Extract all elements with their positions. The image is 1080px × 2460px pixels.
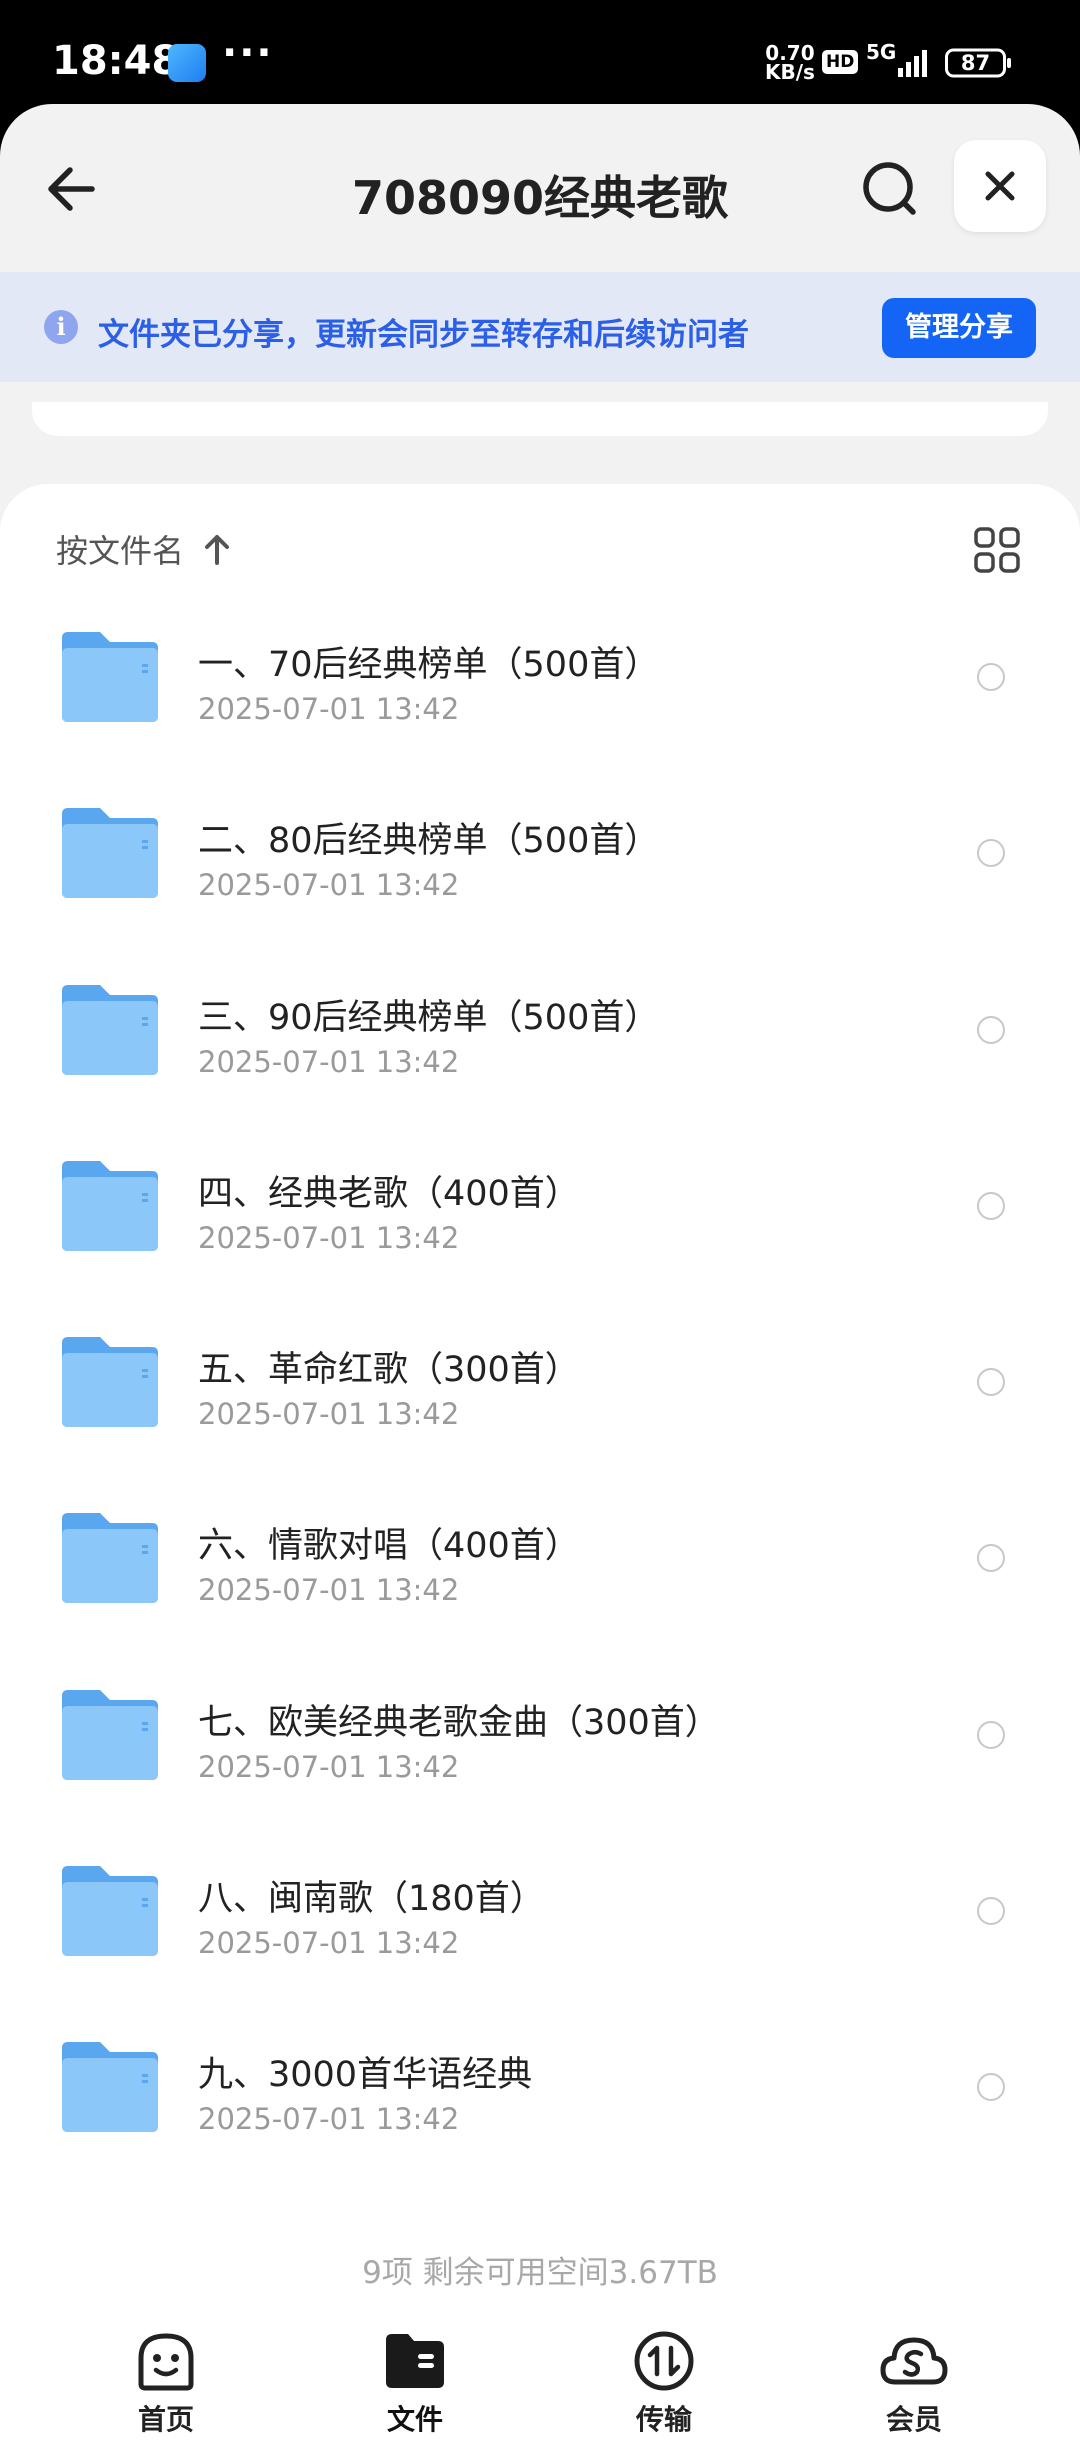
home-smiley-icon [138, 2333, 194, 2391]
folder-icon [62, 1160, 158, 1251]
close-icon [985, 171, 1015, 201]
nav-home[interactable]: 首页 [86, 2328, 246, 2438]
info-icon: i [44, 310, 78, 344]
network-speed: 0.70 KB/s [765, 43, 815, 84]
folder-icon [386, 2334, 444, 2388]
close-button[interactable] [954, 140, 1046, 232]
sort-control[interactable]: 按文件名 [56, 524, 232, 574]
file-row[interactable]: 五、革命红歌（300首） 2025-07-01 13:42 [0, 1301, 1080, 1477]
file-row[interactable]: 二、80后经典榜单（500首） 2025-07-01 13:42 [0, 772, 1080, 948]
file-date: 2025-07-01 13:42 [198, 1397, 460, 1431]
select-checkbox[interactable] [977, 1896, 1005, 1925]
nav-files-label: 文件 [386, 2403, 443, 2436]
sort-label: 按文件名 [56, 532, 185, 570]
storage-summary: 9项 剩余可用空间3.67TB [362, 2255, 718, 2291]
file-name: 五、革命红歌（300首） [198, 1350, 580, 1390]
select-checkbox[interactable] [977, 1720, 1005, 1749]
manage-share-button[interactable]: 管理分享 [882, 298, 1036, 358]
vip-cloud-icon [880, 2337, 948, 2385]
hd-badge: HD [822, 50, 859, 74]
select-checkbox[interactable] [977, 1544, 1005, 1573]
file-name: 四、经典老歌（400首） [198, 1173, 580, 1214]
network-type: 5G [866, 40, 897, 64]
file-name: 六、情歌对唱（400首） [198, 1526, 580, 1567]
nav-files[interactable]: 文件 [335, 2328, 495, 2438]
search-icon [863, 162, 916, 215]
more-notifications-icon: ··· [222, 30, 274, 76]
nav-home-label: 首页 [137, 2403, 194, 2436]
nav-transfer-label: 传输 [635, 2403, 692, 2436]
file-date: 2025-07-01 13:42 [198, 1925, 460, 1960]
file-date: 2025-07-01 13:42 [198, 868, 460, 903]
file-row[interactable]: 三、90后经典榜单（500首） 2025-07-01 13:42 [0, 949, 1080, 1125]
file-name: 八、闽南歌（180首） [198, 1878, 545, 1919]
collapsed-card [32, 402, 1048, 436]
file-name: 七、欧美经典老歌金曲（300首） [198, 1702, 720, 1743]
file-row[interactable]: 一、70后经典榜单（500首） 2025-07-01 13:42 [0, 596, 1080, 772]
search-button[interactable] [855, 154, 925, 224]
nav-transfer[interactable]: 传输 [584, 2328, 744, 2438]
notification-app-icon [168, 44, 206, 82]
select-checkbox[interactable] [977, 663, 1005, 691]
app-window: 708090经典老歌 i 文件夹已分享，更新会同步至转存和后续访问者 管理分享 … [0, 104, 1080, 2460]
folder-icon [62, 984, 158, 1075]
select-checkbox[interactable] [977, 1015, 1005, 1044]
file-row[interactable]: 九、3000首华语经典 2025-07-01 13:42 [0, 2006, 1080, 2182]
bottom-nav: 首页 文件 传输 会员 [0, 2314, 1080, 2460]
file-name: 九、3000首华语经典 [198, 2055, 533, 2095]
network-speed-unit: KB/s [765, 60, 815, 84]
file-date: 2025-07-01 13:42 [198, 1573, 460, 1608]
folder-icon [62, 632, 158, 722]
folder-icon [62, 1865, 158, 1956]
grid-view-icon[interactable] [973, 526, 1021, 574]
top-bar: 708090经典老歌 [0, 104, 1080, 274]
share-banner-text: 文件夹已分享，更新会同步至转存和后续访问者 [98, 317, 749, 353]
battery-level: 87 [960, 51, 991, 75]
nav-vip-label: 会员 [885, 2403, 942, 2436]
select-checkbox[interactable] [977, 1191, 1005, 1220]
file-date: 2025-07-01 13:42 [198, 2102, 460, 2136]
file-name: 三、90后经典榜单（500首） [198, 997, 660, 1038]
battery-icon: 87 [945, 48, 1013, 78]
share-banner: i 文件夹已分享，更新会同步至转存和后续访问者 管理分享 [0, 272, 1080, 382]
folder-icon [62, 1513, 158, 1604]
file-list-panel: 按文件名 一、70后经典榜单（500首） 2025-07-01 13:42 二、80… [0, 484, 1080, 2460]
file-date: 2025-07-01 13:42 [198, 1044, 460, 1079]
file-row[interactable]: 八、闽南歌（180首） 2025-07-01 13:42 [0, 1830, 1080, 2006]
select-checkbox[interactable] [977, 839, 1005, 868]
folder-icon [62, 1689, 158, 1780]
status-bar: 18:48 ··· 0.70 KB/s HD 5G 87 [0, 0, 1080, 110]
file-date: 2025-07-01 13:42 [198, 1749, 460, 1784]
file-row[interactable]: 七、欧美经典老歌金曲（300首） 2025-07-01 13:42 [0, 1654, 1080, 1830]
folder-icon [62, 2042, 158, 2132]
file-name: 一、70后经典榜单（500首） [198, 645, 660, 685]
signal-icon [898, 50, 927, 77]
file-date: 2025-07-01 13:42 [198, 1220, 460, 1255]
folder-icon [62, 808, 158, 899]
file-name: 二、80后经典榜单（500首） [198, 821, 660, 862]
folder-icon [62, 1337, 158, 1427]
arrow-up-icon [205, 535, 230, 565]
status-time: 18:48 [52, 38, 180, 84]
file-date: 2025-07-01 13:42 [198, 692, 460, 726]
file-row[interactable]: 六、情歌对唱（400首） 2025-07-01 13:42 [0, 1477, 1080, 1653]
select-checkbox[interactable] [977, 1368, 1005, 1396]
transfer-icon [634, 2331, 694, 2391]
file-row[interactable]: 四、经典老歌（400首） 2025-07-01 13:42 [0, 1125, 1080, 1301]
select-checkbox[interactable] [977, 2073, 1005, 2101]
nav-vip[interactable]: 会员 [834, 2328, 994, 2438]
